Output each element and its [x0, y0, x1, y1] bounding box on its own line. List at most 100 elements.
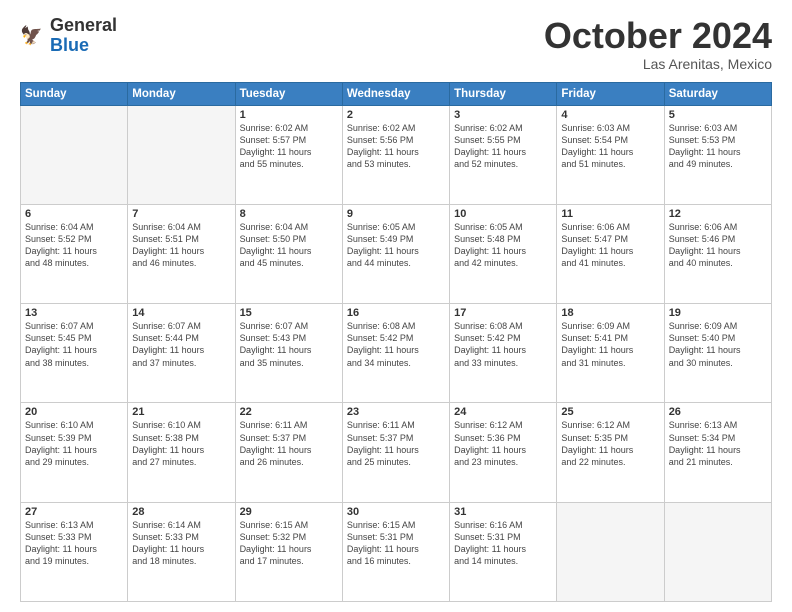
table-row — [21, 105, 128, 204]
day-info: Sunrise: 6:03 AMSunset: 5:54 PMDaylight:… — [561, 122, 659, 171]
day-info: Sunrise: 6:04 AMSunset: 5:50 PMDaylight:… — [240, 221, 338, 270]
day-number: 11 — [561, 208, 659, 220]
day-info: Sunrise: 6:05 AMSunset: 5:49 PMDaylight:… — [347, 221, 445, 270]
calendar-table: Sunday Monday Tuesday Wednesday Thursday… — [20, 82, 772, 602]
logo-text: General Blue — [50, 16, 117, 56]
table-row: 4Sunrise: 6:03 AMSunset: 5:54 PMDaylight… — [557, 105, 664, 204]
table-row: 7Sunrise: 6:04 AMSunset: 5:51 PMDaylight… — [128, 204, 235, 303]
table-row — [664, 502, 771, 601]
table-row: 31Sunrise: 6:16 AMSunset: 5:31 PMDayligh… — [450, 502, 557, 601]
table-row: 1Sunrise: 6:02 AMSunset: 5:57 PMDaylight… — [235, 105, 342, 204]
table-row: 10Sunrise: 6:05 AMSunset: 5:48 PMDayligh… — [450, 204, 557, 303]
day-number: 1 — [240, 109, 338, 121]
col-saturday: Saturday — [664, 82, 771, 105]
month-title: October 2024 — [544, 16, 772, 56]
day-number: 16 — [347, 307, 445, 319]
table-row: 18Sunrise: 6:09 AMSunset: 5:41 PMDayligh… — [557, 304, 664, 403]
logo-blue: Blue — [50, 35, 89, 55]
day-info: Sunrise: 6:03 AMSunset: 5:53 PMDaylight:… — [669, 122, 767, 171]
day-number: 13 — [25, 307, 123, 319]
day-info: Sunrise: 6:02 AMSunset: 5:55 PMDaylight:… — [454, 122, 552, 171]
day-number: 6 — [25, 208, 123, 220]
logo-general: General — [50, 15, 117, 35]
table-row: 19Sunrise: 6:09 AMSunset: 5:40 PMDayligh… — [664, 304, 771, 403]
day-number: 8 — [240, 208, 338, 220]
day-number: 27 — [25, 506, 123, 518]
day-info: Sunrise: 6:12 AMSunset: 5:35 PMDaylight:… — [561, 419, 659, 468]
col-wednesday: Wednesday — [342, 82, 449, 105]
day-info: Sunrise: 6:15 AMSunset: 5:31 PMDaylight:… — [347, 519, 445, 568]
day-number: 21 — [132, 406, 230, 418]
col-monday: Monday — [128, 82, 235, 105]
day-info: Sunrise: 6:10 AMSunset: 5:38 PMDaylight:… — [132, 419, 230, 468]
svg-text:🦅: 🦅 — [20, 23, 43, 45]
day-info: Sunrise: 6:09 AMSunset: 5:40 PMDaylight:… — [669, 320, 767, 369]
table-row: 22Sunrise: 6:11 AMSunset: 5:37 PMDayligh… — [235, 403, 342, 502]
day-info: Sunrise: 6:07 AMSunset: 5:45 PMDaylight:… — [25, 320, 123, 369]
day-info: Sunrise: 6:02 AMSunset: 5:57 PMDaylight:… — [240, 122, 338, 171]
day-info: Sunrise: 6:02 AMSunset: 5:56 PMDaylight:… — [347, 122, 445, 171]
title-area: October 2024 Las Arenitas, Mexico — [544, 16, 772, 72]
day-info: Sunrise: 6:06 AMSunset: 5:47 PMDaylight:… — [561, 221, 659, 270]
day-number: 12 — [669, 208, 767, 220]
table-row: 6Sunrise: 6:04 AMSunset: 5:52 PMDaylight… — [21, 204, 128, 303]
day-number: 17 — [454, 307, 552, 319]
day-info: Sunrise: 6:08 AMSunset: 5:42 PMDaylight:… — [454, 320, 552, 369]
day-info: Sunrise: 6:07 AMSunset: 5:44 PMDaylight:… — [132, 320, 230, 369]
col-sunday: Sunday — [21, 82, 128, 105]
table-row: 28Sunrise: 6:14 AMSunset: 5:33 PMDayligh… — [128, 502, 235, 601]
calendar-week-row: 13Sunrise: 6:07 AMSunset: 5:45 PMDayligh… — [21, 304, 772, 403]
day-number: 29 — [240, 506, 338, 518]
day-info: Sunrise: 6:15 AMSunset: 5:32 PMDaylight:… — [240, 519, 338, 568]
day-number: 18 — [561, 307, 659, 319]
table-row: 5Sunrise: 6:03 AMSunset: 5:53 PMDaylight… — [664, 105, 771, 204]
day-info: Sunrise: 6:10 AMSunset: 5:39 PMDaylight:… — [25, 419, 123, 468]
calendar-week-row: 20Sunrise: 6:10 AMSunset: 5:39 PMDayligh… — [21, 403, 772, 502]
day-number: 4 — [561, 109, 659, 121]
day-info: Sunrise: 6:11 AMSunset: 5:37 PMDaylight:… — [240, 419, 338, 468]
day-number: 22 — [240, 406, 338, 418]
table-row: 25Sunrise: 6:12 AMSunset: 5:35 PMDayligh… — [557, 403, 664, 502]
page: 🦅 General Blue October 2024 Las Arenitas… — [0, 0, 792, 612]
table-row: 26Sunrise: 6:13 AMSunset: 5:34 PMDayligh… — [664, 403, 771, 502]
table-row: 16Sunrise: 6:08 AMSunset: 5:42 PMDayligh… — [342, 304, 449, 403]
day-number: 7 — [132, 208, 230, 220]
col-tuesday: Tuesday — [235, 82, 342, 105]
header: 🦅 General Blue October 2024 Las Arenitas… — [20, 16, 772, 72]
day-info: Sunrise: 6:14 AMSunset: 5:33 PMDaylight:… — [132, 519, 230, 568]
calendar-header-row: Sunday Monday Tuesday Wednesday Thursday… — [21, 82, 772, 105]
table-row: 14Sunrise: 6:07 AMSunset: 5:44 PMDayligh… — [128, 304, 235, 403]
day-info: Sunrise: 6:09 AMSunset: 5:41 PMDaylight:… — [561, 320, 659, 369]
day-number: 30 — [347, 506, 445, 518]
table-row: 12Sunrise: 6:06 AMSunset: 5:46 PMDayligh… — [664, 204, 771, 303]
table-row: 11Sunrise: 6:06 AMSunset: 5:47 PMDayligh… — [557, 204, 664, 303]
table-row: 30Sunrise: 6:15 AMSunset: 5:31 PMDayligh… — [342, 502, 449, 601]
day-info: Sunrise: 6:12 AMSunset: 5:36 PMDaylight:… — [454, 419, 552, 468]
day-info: Sunrise: 6:04 AMSunset: 5:52 PMDaylight:… — [25, 221, 123, 270]
day-info: Sunrise: 6:08 AMSunset: 5:42 PMDaylight:… — [347, 320, 445, 369]
col-friday: Friday — [557, 82, 664, 105]
day-number: 26 — [669, 406, 767, 418]
day-number: 3 — [454, 109, 552, 121]
table-row: 29Sunrise: 6:15 AMSunset: 5:32 PMDayligh… — [235, 502, 342, 601]
table-row — [557, 502, 664, 601]
table-row: 8Sunrise: 6:04 AMSunset: 5:50 PMDaylight… — [235, 204, 342, 303]
table-row: 20Sunrise: 6:10 AMSunset: 5:39 PMDayligh… — [21, 403, 128, 502]
day-number: 9 — [347, 208, 445, 220]
logo: 🦅 General Blue — [20, 16, 117, 56]
day-number: 5 — [669, 109, 767, 121]
day-info: Sunrise: 6:16 AMSunset: 5:31 PMDaylight:… — [454, 519, 552, 568]
table-row: 27Sunrise: 6:13 AMSunset: 5:33 PMDayligh… — [21, 502, 128, 601]
table-row: 9Sunrise: 6:05 AMSunset: 5:49 PMDaylight… — [342, 204, 449, 303]
table-row: 15Sunrise: 6:07 AMSunset: 5:43 PMDayligh… — [235, 304, 342, 403]
calendar-week-row: 1Sunrise: 6:02 AMSunset: 5:57 PMDaylight… — [21, 105, 772, 204]
day-number: 23 — [347, 406, 445, 418]
table-row: 13Sunrise: 6:07 AMSunset: 5:45 PMDayligh… — [21, 304, 128, 403]
day-number: 31 — [454, 506, 552, 518]
day-info: Sunrise: 6:13 AMSunset: 5:33 PMDaylight:… — [25, 519, 123, 568]
day-number: 24 — [454, 406, 552, 418]
table-row: 2Sunrise: 6:02 AMSunset: 5:56 PMDaylight… — [342, 105, 449, 204]
calendar-week-row: 27Sunrise: 6:13 AMSunset: 5:33 PMDayligh… — [21, 502, 772, 601]
day-number: 20 — [25, 406, 123, 418]
table-row: 23Sunrise: 6:11 AMSunset: 5:37 PMDayligh… — [342, 403, 449, 502]
